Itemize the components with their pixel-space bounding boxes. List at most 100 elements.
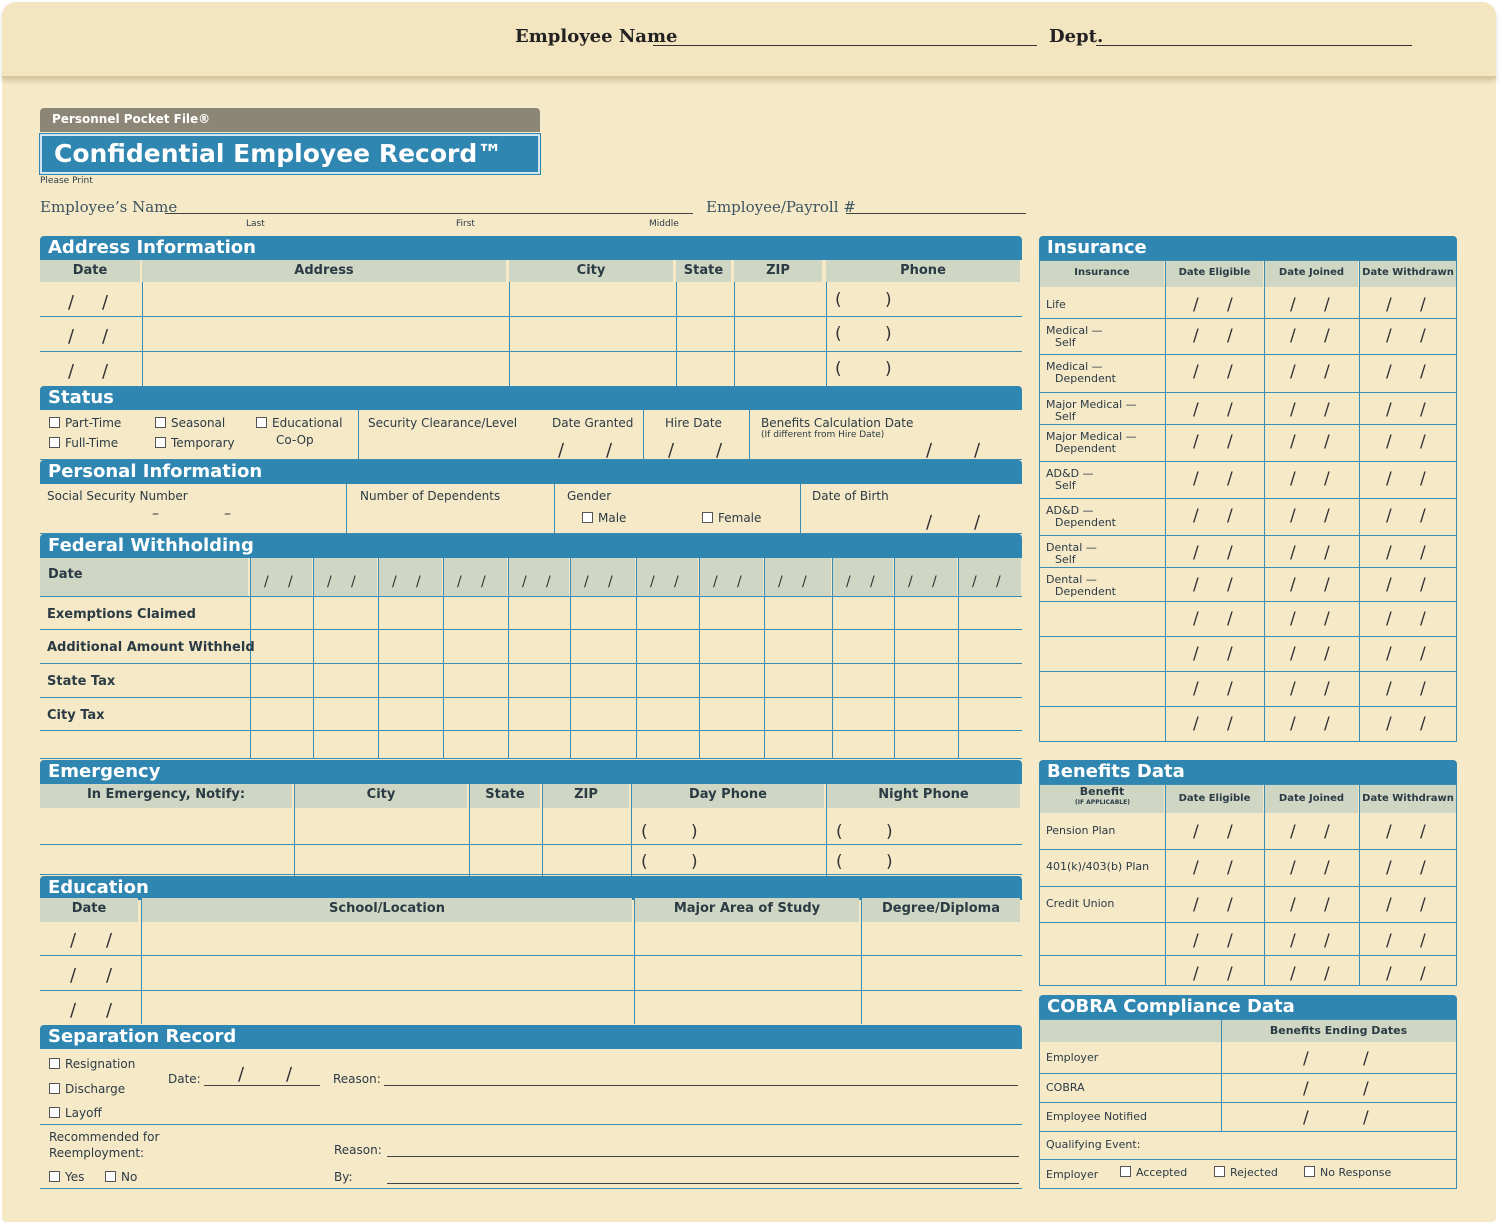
date-slash: / xyxy=(1420,895,1426,915)
section-education: Education xyxy=(40,876,1022,900)
header-city: City xyxy=(295,784,467,808)
checkbox[interactable] xyxy=(49,1171,60,1182)
qualifying-event-label: Qualifying Event: xyxy=(1046,1138,1141,1151)
federal-date-cell xyxy=(765,558,831,596)
date-slash: / xyxy=(1227,931,1233,951)
rule xyxy=(1039,354,1457,355)
date-slash: / xyxy=(1420,644,1426,664)
date-slash: / xyxy=(1420,858,1426,878)
seasonal-checkbox[interactable]: Seasonal xyxy=(155,416,225,430)
rule xyxy=(1359,260,1360,742)
federal-date-cell xyxy=(833,558,893,596)
separation-date-field[interactable] xyxy=(204,1085,320,1086)
checkbox[interactable] xyxy=(582,512,593,523)
checkbox[interactable] xyxy=(105,1171,116,1182)
male-checkbox[interactable]: Male xyxy=(582,511,626,525)
dependents-label: Number of Dependents xyxy=(360,489,501,503)
folder-tab: Employee Name Dept. xyxy=(2,2,1496,78)
checkbox[interactable] xyxy=(702,512,713,523)
no-checkbox[interactable]: No xyxy=(105,1170,137,1184)
date-slash: / xyxy=(1386,858,1392,878)
rejected-checkbox[interactable]: Rejected xyxy=(1214,1166,1278,1179)
rule xyxy=(570,558,571,758)
checkbox[interactable] xyxy=(1304,1166,1315,1177)
federal-date-cell xyxy=(509,558,569,596)
rule xyxy=(1039,498,1457,499)
rule xyxy=(1039,1131,1457,1132)
checkbox[interactable] xyxy=(49,1058,60,1069)
date-slash: / xyxy=(1386,714,1392,734)
recommended-label: Recommended for xyxy=(49,1130,160,1144)
date-slash: / xyxy=(481,574,486,590)
checkbox[interactable] xyxy=(256,417,267,428)
date-slash: / xyxy=(1227,964,1233,984)
date-slash: / xyxy=(1363,1049,1369,1069)
date-slash: / xyxy=(457,574,462,590)
date-slash: / xyxy=(1227,609,1233,629)
date-slash: / xyxy=(1324,822,1330,842)
address-col xyxy=(676,282,677,386)
checkbox[interactable] xyxy=(49,417,60,428)
no-checkbox-label: No xyxy=(121,1170,138,1184)
rule xyxy=(141,898,142,1024)
layoff-checkbox[interactable]: Layoff xyxy=(49,1106,102,1120)
insurance-row-2-sub: Dependent xyxy=(1055,372,1116,385)
date-slash: / xyxy=(1290,679,1296,699)
date-slash: / xyxy=(650,574,655,590)
accepted-checkbox-label: Accepted xyxy=(1136,1166,1188,1179)
part-time-checkbox[interactable]: Part-Time xyxy=(49,416,121,430)
address-row-line xyxy=(40,351,1022,352)
separation-reason-field[interactable] xyxy=(384,1085,1018,1086)
gender-label: Gender xyxy=(567,489,612,503)
no-response-checkbox[interactable]: No Response xyxy=(1304,1166,1391,1179)
rule xyxy=(1039,461,1457,462)
checkbox[interactable] xyxy=(155,417,166,428)
yes-checkbox[interactable]: Yes xyxy=(49,1170,84,1184)
header-night-phone: Night Phone xyxy=(827,784,1020,808)
date-slash: / xyxy=(1290,609,1296,629)
checkbox[interactable] xyxy=(49,437,60,448)
employee-name-line[interactable] xyxy=(653,45,1037,46)
date-slash: / xyxy=(608,574,613,590)
date-slash: / xyxy=(1290,295,1296,315)
educational-checkbox[interactable]: Educational xyxy=(256,416,342,430)
insurance-row-6-sub: Dependent xyxy=(1055,516,1116,529)
date-slash: / xyxy=(1420,432,1426,452)
rule xyxy=(358,410,359,460)
phone-paren: ) xyxy=(885,324,892,344)
accepted-checkbox[interactable]: Accepted xyxy=(1120,1166,1187,1179)
educational-checkbox-label: Educational xyxy=(272,416,343,430)
rule xyxy=(1165,260,1166,742)
header-zip: ZIP xyxy=(543,784,629,808)
payroll-field[interactable] xyxy=(846,213,1026,214)
date-slash: / xyxy=(1420,931,1426,951)
insurance-header-1: Date Eligible xyxy=(1166,261,1263,287)
benefit-note: (IF APPLICABLE) xyxy=(1075,799,1130,806)
full-time-checkbox[interactable]: Full-Time xyxy=(49,436,118,450)
checkbox[interactable] xyxy=(1120,1166,1131,1177)
temporary-checkbox[interactable]: Temporary xyxy=(155,436,235,450)
date-slash: / xyxy=(1420,469,1426,489)
checkbox[interactable] xyxy=(1214,1166,1225,1177)
date-slash: / xyxy=(1290,469,1296,489)
checkbox[interactable] xyxy=(155,437,166,448)
dept-line[interactable] xyxy=(1096,45,1412,46)
date-slash: / xyxy=(68,361,75,382)
date-slash: / xyxy=(1290,714,1296,734)
reemployment-reason-field[interactable] xyxy=(387,1156,1019,1157)
employee-name-field[interactable] xyxy=(165,213,693,214)
address-col xyxy=(734,282,735,386)
date-slash: / xyxy=(1386,295,1392,315)
checkbox[interactable] xyxy=(49,1083,60,1094)
checkbox[interactable] xyxy=(49,1107,60,1118)
section-benefits: Benefits Data xyxy=(1039,760,1457,784)
layoff-checkbox-label: Layoff xyxy=(65,1106,102,1120)
date-slash: / xyxy=(1290,931,1296,951)
by-field[interactable] xyxy=(387,1183,1019,1184)
date-slash: / xyxy=(1386,575,1392,595)
female-checkbox[interactable]: Female xyxy=(702,511,761,525)
resignation-checkbox[interactable]: Resignation xyxy=(49,1057,135,1071)
date-slash: / xyxy=(1324,714,1330,734)
federal-row-4: City Tax xyxy=(47,708,105,723)
discharge-checkbox[interactable]: Discharge xyxy=(49,1082,125,1096)
